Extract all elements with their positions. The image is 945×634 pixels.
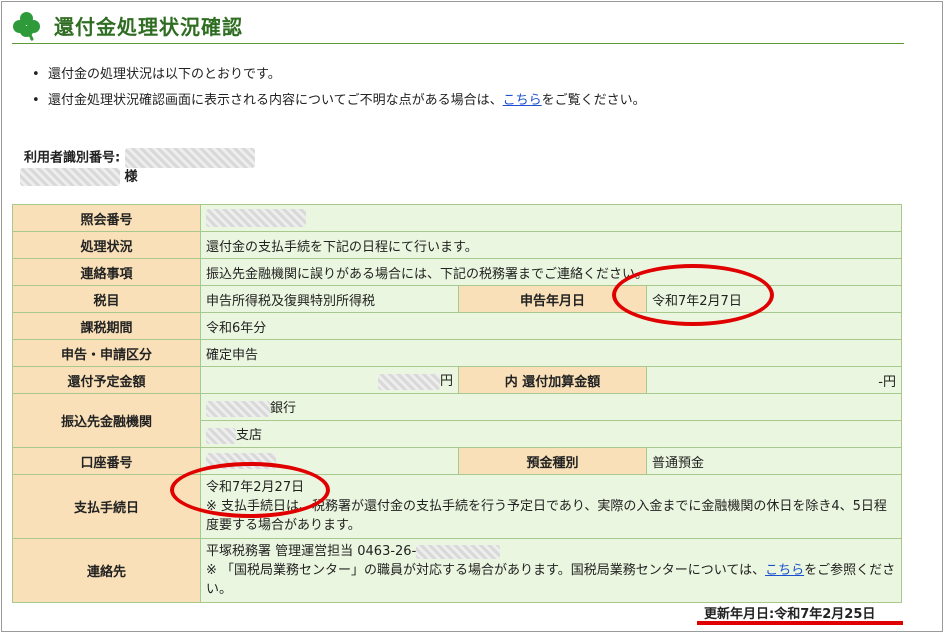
table-row: 連絡先 平塚税務署 管理運営担当 0463-26- ※ 「国税局業務センター」の… — [12, 538, 902, 603]
contact-note-value: 振込先金融機関に誤りがある場合には、下記の税務署までご連絡ください。 — [200, 258, 902, 286]
highlight-circle-filing-date — [612, 264, 774, 326]
account-no-label: 口座番号 — [12, 447, 201, 475]
contact-office: 平塚税務署 管理運営担当 0463-26- — [206, 544, 417, 559]
tax-item-value: 申告所得税及復興特別所得税 — [200, 285, 459, 313]
updated-date: 更新年月日:令和7年2月25日 — [704, 607, 876, 622]
branch-name: 支店 — [200, 420, 902, 448]
note-item: 還付金処理状況確認画面に表示される内容についてご不明な点がある場合は、こちらをご… — [32, 88, 646, 114]
status-value: 還付金の支払手続を下記の日程にて行います。 — [200, 231, 902, 259]
contact-value: 平塚税務署 管理運営担当 0463-26- ※ 「国税局業務センター」の職員が対… — [200, 538, 902, 603]
tax-item-label: 税目 — [12, 285, 201, 313]
page-header: 還付金処理状況確認 — [12, 8, 904, 44]
bank-name: 銀行 — [200, 393, 902, 421]
notes-list: 還付金の処理状況は以下のとおりです。 還付金処理状況確認画面に表示される内容につ… — [32, 62, 646, 114]
tax-period-value: 令和6年分 — [200, 312, 902, 340]
table-row: 処理状況 還付金の支払手続を下記の日程にて行います。 — [12, 231, 902, 259]
note-item: 還付金の処理状況は以下のとおりです。 — [32, 62, 646, 88]
redacted-inquiry-no — [206, 209, 306, 227]
table-row: 連絡事項 振込先金融機関に誤りがある場合には、下記の税務署までご連絡ください。 — [12, 258, 902, 286]
refund-amount-value: 円 — [200, 366, 459, 394]
page-title: 還付金処理状況確認 — [54, 15, 243, 39]
clover-icon — [12, 11, 42, 41]
redacted-amount — [377, 373, 440, 390]
redacted-branch — [206, 427, 236, 444]
user-id-label: 利用者識別番号: — [24, 150, 121, 166]
category-label: 申告・申請区分 — [12, 339, 201, 367]
user-info: 利用者識別番号: 様 — [20, 148, 255, 187]
honorific: 様 — [124, 169, 138, 185]
inquiry-no-label: 照会番号 — [12, 204, 201, 232]
highlight-underline — [697, 621, 903, 625]
table-row: 支払手続日 令和7年2月27日 ※ 支払手続日は、税務署が還付金の支払手続を行う… — [12, 474, 902, 539]
table-row: 還付予定金額 円 内 還付加算金額 -円 — [12, 366, 902, 394]
additional-amount-label: 内 還付加算金額 — [458, 366, 647, 394]
inquiry-no-value — [200, 204, 902, 232]
table-row: 口座番号 預金種別 普通預金 — [12, 447, 902, 475]
help-link[interactable]: こちら — [503, 93, 542, 108]
center-link[interactable]: こちら — [765, 563, 804, 578]
contact-label: 連絡先 — [12, 538, 201, 603]
contact-note-label: 連絡事項 — [12, 258, 201, 286]
redacted-user-name — [20, 168, 120, 186]
table-row: 課税期間 令和6年分 — [12, 312, 902, 340]
redacted-user-id — [124, 148, 255, 168]
highlight-circle-payment-date — [170, 462, 330, 518]
table-row: 振込先金融機関 銀行 — [12, 393, 902, 448]
table-row: 照会番号 — [12, 204, 902, 232]
table-row: 申告・申請区分 確定申告 — [12, 339, 902, 367]
refund-amount-label: 還付予定金額 — [12, 366, 201, 394]
deposit-type-value: 普通預金 — [646, 447, 902, 475]
redacted-phone — [416, 544, 501, 559]
deposit-type-label: 預金種別 — [458, 447, 647, 475]
redacted-bank — [206, 400, 270, 417]
status-label: 処理状況 — [12, 231, 201, 259]
bank-label: 振込先金融機関 — [12, 393, 201, 448]
refund-status-table: 照会番号 処理状況 還付金の支払手続を下記の日程にて行います。 連絡事項 振込先… — [12, 204, 902, 603]
category-value: 確定申告 — [200, 339, 902, 367]
tax-period-label: 課税期間 — [12, 312, 201, 340]
additional-amount-value: -円 — [646, 366, 902, 394]
